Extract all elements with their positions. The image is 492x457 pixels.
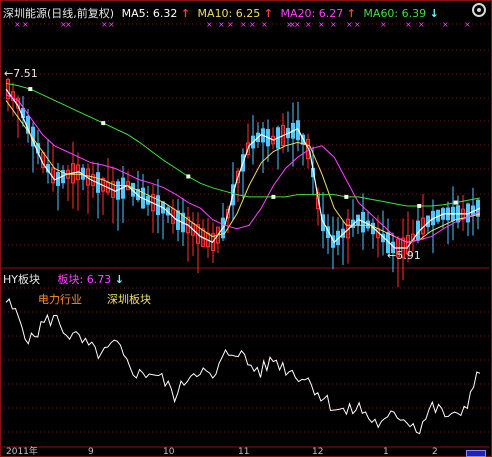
low-price-value: 5.91 <box>396 249 421 262</box>
left-arrow-icon: ← <box>387 249 397 262</box>
board-index-series <box>5 298 481 435</box>
signal-x-marker: × <box>108 20 115 29</box>
date-year-label: 2011年 <box>6 447 38 457</box>
signal-x-marker: × <box>380 20 387 29</box>
sub-panel-header: HY板块 板块: 6.73 ↓ <box>3 271 124 287</box>
price-chart[interactable]: × × ×× × × × × × × × × ××× × × × × × × × × × × <box>0 0 492 457</box>
scroll-nav-button[interactable] <box>466 450 486 457</box>
signal-x-marker: × <box>14 20 21 29</box>
signal-markers: × × ×× × × × × × × × × ××× × × × × × × × × × × <box>14 20 471 29</box>
signal-x-marker: × <box>218 20 225 29</box>
signal-x-marker: × <box>22 20 29 29</box>
signal-x-marker: × <box>305 20 312 29</box>
board-value: 6.73 <box>86 273 112 286</box>
signal-x-marker: × <box>318 20 325 29</box>
ma60-marker <box>28 87 33 92</box>
date-tick: 10 <box>163 447 175 457</box>
signal-x-marker: × <box>240 20 247 29</box>
board-label: 板块: <box>57 273 84 286</box>
date-tick: 9 <box>88 447 94 457</box>
signal-x-marker: × <box>249 20 256 29</box>
ma60-marker <box>271 194 276 199</box>
date-tick: 11 <box>238 447 250 457</box>
board-down-arrow-icon: ↓ <box>114 273 124 286</box>
signal-x-marker: × <box>354 20 361 29</box>
high-price-annotation: ←7.51 <box>4 67 38 80</box>
ma60-marker <box>453 200 458 205</box>
signal-x-marker: × <box>294 20 301 29</box>
signal-x-marker: × <box>227 20 234 29</box>
legend-sector: 电力行业 <box>38 293 82 306</box>
date-tick: 1 <box>383 447 389 457</box>
date-axis-labels: 2011年 9 10 11 12 1 2 <box>0 447 492 457</box>
low-price-annotation: ←5.91 <box>387 249 421 262</box>
signal-x-marker: × <box>442 20 449 29</box>
date-tick: 2 <box>432 447 438 457</box>
ma60-marker <box>101 121 106 126</box>
signal-x-marker: × <box>65 20 72 29</box>
signal-x-marker: × <box>330 20 337 29</box>
signal-x-marker: × <box>206 20 213 29</box>
signal-x-marker: × <box>405 20 412 29</box>
ma60-marker <box>344 194 349 199</box>
signal-x-marker: × <box>464 20 471 29</box>
signal-x-marker: × <box>101 20 108 29</box>
date-tick: 12 <box>312 447 324 457</box>
ma60-marker <box>186 174 191 179</box>
high-price-value: 7.51 <box>13 67 38 80</box>
left-arrow-icon: ← <box>4 67 14 80</box>
board-index-line <box>5 298 481 435</box>
ma60-marker <box>417 203 422 208</box>
legend-region: 深圳板块 <box>107 293 151 306</box>
signal-x-marker: × <box>346 20 353 29</box>
signal-x-marker: × <box>261 20 268 29</box>
signal-x-marker: × <box>418 20 425 29</box>
indicator-name: HY板块 <box>3 273 40 286</box>
